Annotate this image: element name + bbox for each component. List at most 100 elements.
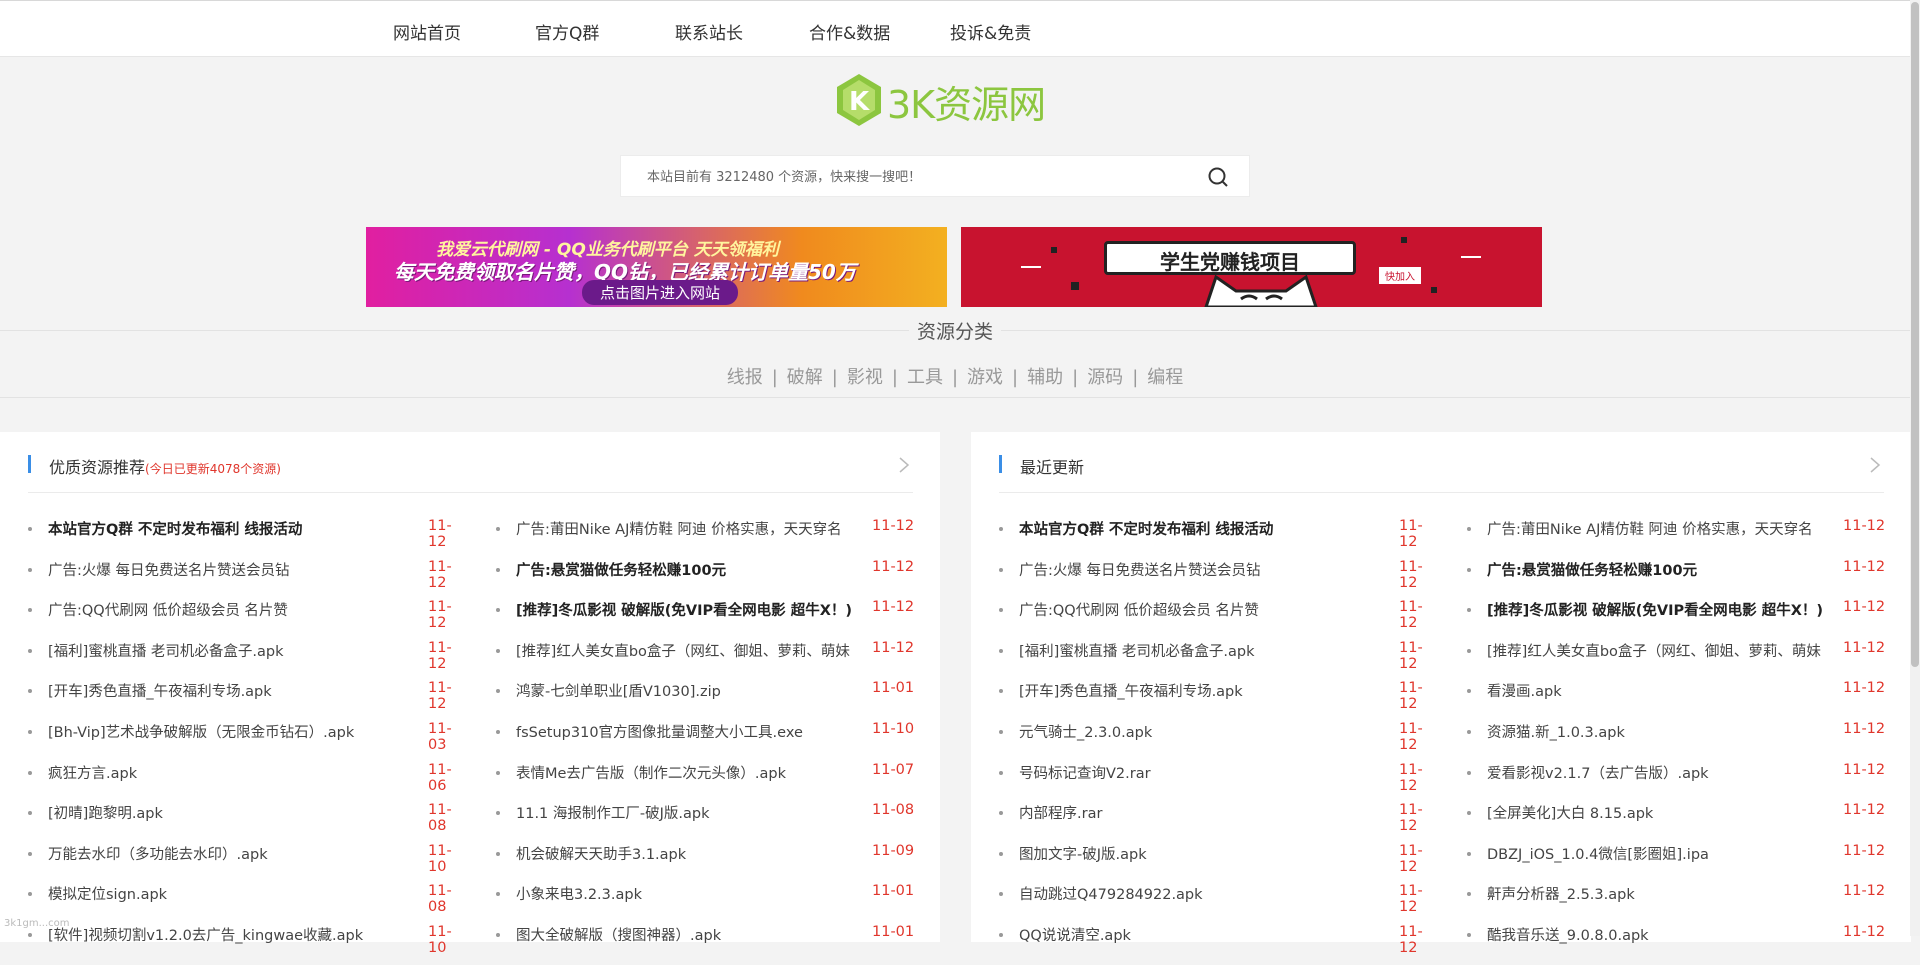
resource-link[interactable]: 酷我音乐送_9.0.8.0.apk: [1487, 924, 1832, 945]
category-pojie[interactable]: 破解: [787, 367, 823, 388]
resource-link[interactable]: 本站官方Q群 不定时发布福利 线报活动: [1019, 518, 1354, 539]
nav-complaint[interactable]: 投诉&免责: [950, 19, 1031, 44]
category-youxi[interactable]: 游戏: [967, 367, 1003, 388]
resource-link[interactable]: 广告:火爆 每日免费送名片赞送会员钻: [48, 559, 383, 580]
list-item: 广告:火爆 每日免费送名片赞送会员钻 11-12: [28, 559, 468, 600]
resource-list: 广告:莆田Nike AJ精仿鞋 阿迪 价格实惠，天天穿名 11-12 广告:悬赏猫做…: [496, 518, 936, 965]
resource-date: 11-12: [1399, 558, 1423, 591]
resource-link[interactable]: [开车]秀色直播_午夜福利专场.apk: [48, 680, 383, 701]
resource-link[interactable]: 看漫画.apk: [1487, 680, 1832, 701]
resource-link[interactable]: 11.1 海报制作工厂-破J版.apk: [516, 802, 861, 823]
resource-link[interactable]: [推荐]红人美女直bo盒子（网红、御姐、萝莉、萌妹: [516, 640, 861, 661]
resource-link[interactable]: [福利]蜜桃直播 老司机必备盒子.apk: [48, 640, 383, 661]
bullet-icon: [999, 851, 1003, 856]
list-item: 模拟定位sign.apk 11-08: [28, 883, 468, 924]
bullet-icon: [1467, 892, 1471, 897]
resource-link[interactable]: QQ说说清空.apk: [1019, 924, 1354, 945]
chevron-right-icon[interactable]: [1869, 456, 1881, 474]
resource-link[interactable]: [初晴]跑黎明.apk: [48, 802, 383, 823]
resource-link[interactable]: 内部程序.rar: [1019, 802, 1354, 823]
resource-link[interactable]: 广告:QQ代刷网 低价超级会员 名片赞: [1019, 599, 1354, 620]
nav-qq-group[interactable]: 官方Q群: [535, 19, 599, 44]
list-item: [推荐]红人美女直bo盒子（网红、御姐、萝莉、萌妹 11-12: [1467, 640, 1907, 681]
resource-link[interactable]: 鸿蒙-七剑单职业[盾V1030].zip: [516, 680, 861, 701]
chevron-right-icon[interactable]: [898, 456, 910, 474]
resource-date: 11-10: [428, 842, 452, 875]
resource-link[interactable]: 广告:莆田Nike AJ精仿鞋 阿迪 价格实惠，天天穿名: [1487, 518, 1832, 539]
resource-link[interactable]: [全屏美化]大白 8.15.apk: [1487, 802, 1832, 823]
resource-link[interactable]: 本站官方Q群 不定时发布福利 线报活动: [48, 518, 383, 539]
category-fuzhu[interactable]: 辅助: [1027, 367, 1063, 388]
resource-link[interactable]: [Bh-Vip]艺术战争破解版（无限金币钻石）.apk: [48, 721, 383, 742]
list-item: 图加文字-破J版.apk 11-12: [999, 843, 1439, 884]
bullet-icon: [496, 689, 500, 694]
resource-date: 11-12: [1843, 599, 1886, 616]
resource-link[interactable]: 机会破解天天助手3.1.apk: [516, 843, 861, 864]
nav-home[interactable]: 网站首页: [393, 19, 461, 44]
list-item: DBZJ_iOS_1.0.4微信[影圈姐].ipa 11-12: [1467, 843, 1907, 884]
banner-tag: 快加入: [1379, 267, 1421, 284]
category-yuanma[interactable]: 源码: [1087, 367, 1123, 388]
category-gongju[interactable]: 工具: [907, 367, 943, 388]
bullet-icon: [1467, 851, 1471, 856]
resource-link[interactable]: 元气骑士_2.3.0.apk: [1019, 721, 1354, 742]
divider: [999, 492, 1884, 493]
resource-link[interactable]: 图加文字-破J版.apk: [1019, 843, 1354, 864]
list-item: 看漫画.apk 11-12: [1467, 680, 1907, 721]
panel-header: 最近更新: [971, 432, 1911, 492]
ad-banner-daishua[interactable]: 我爱云代刷网 - QQ业务代刷平台 天天领福利 每天免费领取名片赞，QQ钻，已经…: [366, 227, 947, 307]
resource-link[interactable]: fsSetup310官方图像批量调整大小工具.exe: [516, 721, 861, 742]
list-item: 疯狂方言.apk 11-06: [28, 762, 468, 803]
resource-link[interactable]: 广告:QQ代刷网 低价超级会员 名片赞: [48, 599, 383, 620]
resource-link[interactable]: 自动跳过Q479284922.apk: [1019, 883, 1354, 904]
resource-link[interactable]: 模拟定位sign.apk: [48, 883, 383, 904]
resource-link[interactable]: [推荐]红人美女直bo盒子（网红、御姐、萝莉、萌妹: [1487, 640, 1832, 661]
resource-link[interactable]: 广告:悬赏猫做任务轻松赚100元: [516, 559, 861, 580]
resource-link[interactable]: [开车]秀色直播_午夜福利专场.apk: [1019, 680, 1354, 701]
scrollbar-thumb[interactable]: [1911, 2, 1919, 667]
resource-date: 11-12: [1399, 761, 1423, 794]
bullet-icon: [496, 932, 500, 937]
category-yingshi[interactable]: 影视: [847, 367, 883, 388]
resource-link[interactable]: 表情Me去广告版（制作二次元头像）.apk: [516, 762, 861, 783]
bullet-icon: [496, 811, 500, 816]
resource-date: 11-01: [872, 923, 915, 940]
resource-list: 广告:莆田Nike AJ精仿鞋 阿迪 价格实惠，天天穿名 11-12 广告:悬赏猫做…: [1467, 518, 1907, 965]
list-item: [软件]视频切割v1.2.0去广告_kingwae收藏.apk 11-10: [28, 924, 468, 965]
resource-link[interactable]: [福利]蜜桃直播 老司机必备盒子.apk: [1019, 640, 1354, 661]
resource-link[interactable]: 图大全破解版（搜图神器）.apk: [516, 924, 861, 945]
nav-contact[interactable]: 联系站长: [675, 19, 743, 44]
bullet-icon: [999, 567, 1003, 572]
resource-link[interactable]: 疯狂方言.apk: [48, 762, 383, 783]
resource-date: 11-08: [872, 802, 915, 819]
list-item: 广告:QQ代刷网 低价超级会员 名片赞 11-12: [28, 599, 468, 640]
banner-enter-button[interactable]: 点击图片进入网站: [582, 280, 739, 305]
resource-link[interactable]: [推荐]冬瓜影视 破解版(免VIP看全网电影 超牛X！): [516, 599, 861, 620]
panel-title[interactable]: 最近更新: [1020, 454, 1084, 478]
site-logo[interactable]: K 3K资源网: [835, 70, 1046, 130]
bullet-icon: [28, 567, 32, 572]
resource-link[interactable]: 广告:火爆 每日免费送名片赞送会员钻: [1019, 559, 1354, 580]
resource-link[interactable]: 小象来电3.2.3.apk: [516, 883, 861, 904]
resource-link[interactable]: 鼾声分析器_2.5.3.apk: [1487, 883, 1832, 904]
page-scrollbar[interactable]: [1910, 0, 1920, 936]
resource-link[interactable]: 资源猫.新_1.0.3.apk: [1487, 721, 1832, 742]
resource-link[interactable]: [推荐]冬瓜影视 破解版(免VIP看全网电影 超牛X！): [1487, 599, 1832, 620]
category-biancheng[interactable]: 编程: [1147, 367, 1183, 388]
bullet-icon: [28, 689, 32, 694]
resource-link[interactable]: [软件]视频切割v1.2.0去广告_kingwae收藏.apk: [48, 924, 383, 945]
search-input[interactable]: [645, 156, 1189, 198]
resource-link[interactable]: 广告:悬赏猫做任务轻松赚100元: [1487, 559, 1832, 580]
panel-title[interactable]: 优质资源推荐(今日已更新4078个资源): [49, 454, 281, 478]
bullet-icon: [1467, 811, 1471, 816]
nav-cooperation[interactable]: 合作&数据: [809, 19, 890, 44]
resource-link[interactable]: 号码标记查询V2.rar: [1019, 762, 1354, 783]
search-icon[interactable]: [1207, 166, 1229, 188]
ad-banner-student[interactable]: 学生党赚钱项目 快加入: [961, 227, 1542, 307]
category-xianbao[interactable]: 线报: [727, 367, 763, 388]
resource-link[interactable]: 爱看影视v2.1.7（去广告版）.apk: [1487, 762, 1832, 783]
resource-link[interactable]: 万能去水印（多功能去水印）.apk: [48, 843, 383, 864]
resource-link[interactable]: DBZJ_iOS_1.0.4微信[影圈姐].ipa: [1487, 843, 1832, 864]
resource-link[interactable]: 广告:莆田Nike AJ精仿鞋 阿迪 价格实惠，天天穿名: [516, 518, 861, 539]
bullet-icon: [1467, 648, 1471, 653]
